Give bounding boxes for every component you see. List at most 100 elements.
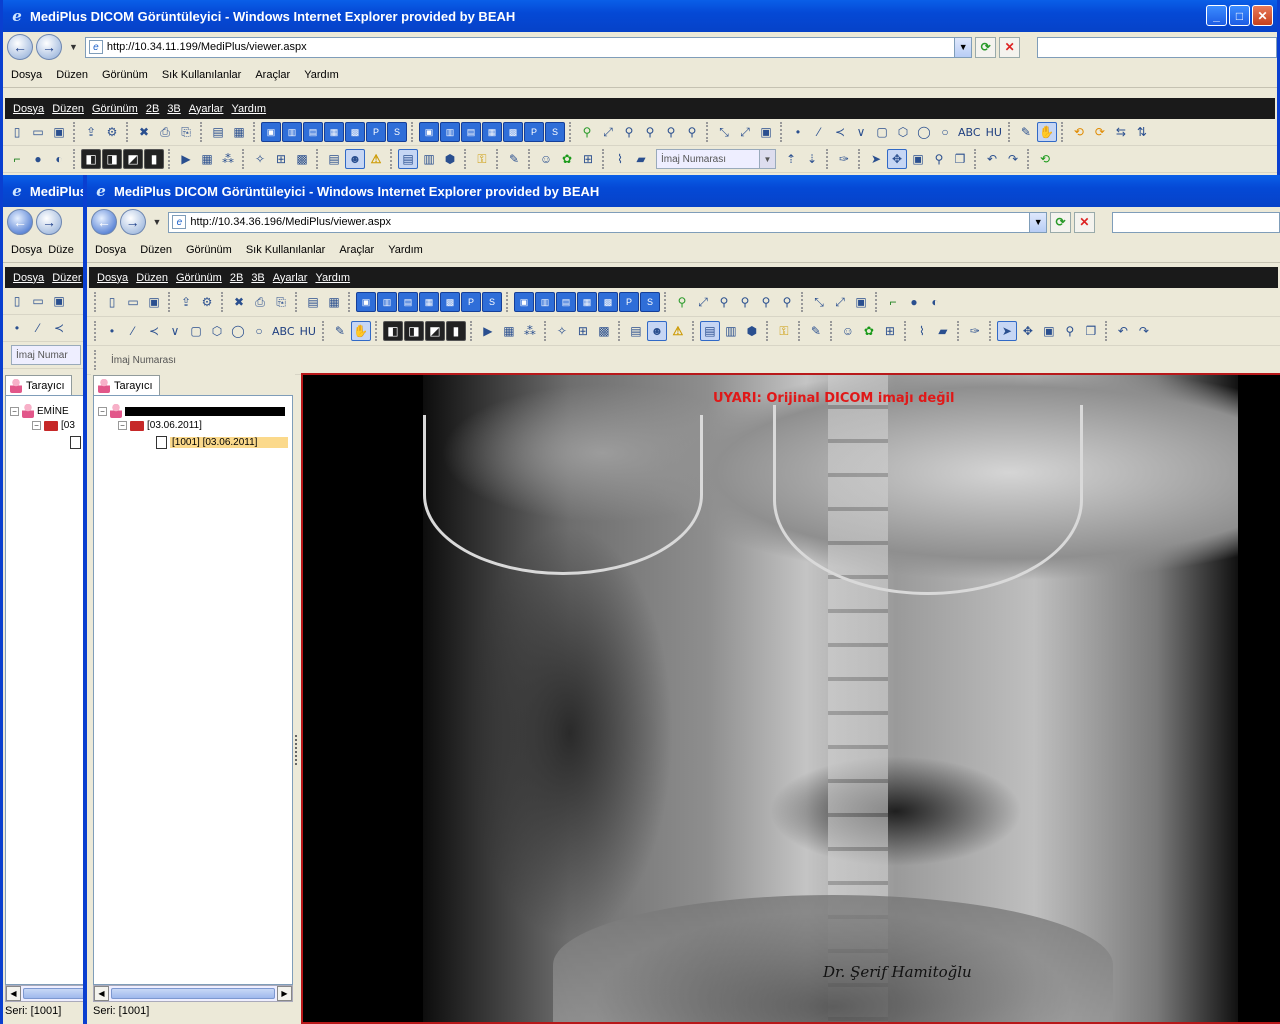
calibrate-icon[interactable]: ✎ [1016, 122, 1036, 142]
line-icon[interactable]: ⁄ [28, 318, 48, 338]
export-icon[interactable]: ⇪ [81, 122, 101, 142]
user-icon[interactable]: ☻ [345, 149, 365, 169]
address-dropdown-icon[interactable]: ▼ [1029, 212, 1047, 232]
film-icon[interactable]: ▦ [197, 149, 217, 169]
app-menu-yardim[interactable]: Yardım [227, 103, 270, 115]
cube-icon[interactable]: ⬢ [742, 321, 762, 341]
tree-icon[interactable]: ⁂ [218, 149, 238, 169]
tree-patient-node[interactable]: − EMİNE [10, 404, 69, 418]
text-annotation-tool[interactable]: ABC [270, 321, 297, 341]
hu-tool[interactable]: HU [298, 321, 318, 341]
new-icon[interactable]: ▯ [102, 292, 122, 312]
collapse-icon[interactable]: − [10, 406, 19, 416]
tree-study-node[interactable]: − [03.06.2011] [118, 420, 202, 431]
invert-icon[interactable]: ▮ [445, 321, 466, 341]
stop-button[interactable]: ✕ [1073, 211, 1095, 233]
calibrate-icon[interactable]: ✎ [330, 321, 350, 341]
point-icon[interactable]: • [7, 318, 27, 338]
forward-nav-button[interactable]: → [35, 34, 62, 60]
series-layout-s-icon[interactable]: S [640, 292, 660, 312]
mpr-icon[interactable]: ⊞ [271, 149, 291, 169]
app-menu-3b[interactable]: 3B [247, 272, 268, 284]
menu-dosya[interactable]: Dosya [95, 244, 126, 256]
grid-icon[interactable]: ⊞ [880, 321, 900, 341]
series-layout-p-icon[interactable]: P [619, 292, 639, 312]
stop-button[interactable]: ✕ [999, 36, 1021, 58]
copy-icon[interactable]: ❐ [950, 149, 970, 169]
layout-3x3-icon[interactable]: ▩ [440, 292, 460, 312]
app-menu-dosya[interactable]: Dosya [93, 272, 132, 284]
image-number-combo[interactable]: İmaj Numarası [106, 350, 226, 370]
warning-icon[interactable]: ⚠ [668, 321, 688, 341]
forward-nav-button[interactable]: → [36, 209, 62, 235]
zoom-icon[interactable]: ⚲ [619, 122, 639, 142]
export-icon[interactable]: ⇪ [176, 292, 196, 312]
panel-splitter[interactable] [295, 735, 299, 765]
zoom-out-icon[interactable]: ⚲ [735, 292, 755, 312]
select-box-icon[interactable]: ▣ [1039, 321, 1059, 341]
rotate-icon[interactable]: ⟲ [1069, 122, 1089, 142]
move-icon[interactable]: ✥ [887, 149, 907, 169]
undo-icon[interactable]: ↶ [982, 149, 1002, 169]
user-icon[interactable]: ☻ [646, 321, 667, 341]
patient-icon[interactable]: ☺ [838, 321, 858, 341]
rect-roi-icon[interactable]: ▢ [872, 122, 892, 142]
back-nav-button[interactable]: ← [91, 209, 117, 235]
search-input[interactable] [1037, 36, 1277, 58]
app-menu-2b[interactable]: 2B [142, 103, 163, 115]
layout-1x1-icon[interactable]: ▣ [261, 122, 281, 142]
sphere-icon[interactable]: ● [28, 149, 48, 169]
rect-roi-icon[interactable]: ▢ [186, 321, 206, 341]
menu-yardim[interactable]: Yardım [304, 69, 339, 81]
front-titlebar[interactable]: e MediPlus DICOM Görüntüleyici - Windows… [87, 175, 1280, 207]
app-menu-gorunum[interactable]: Görünüm [172, 272, 226, 284]
circle-roi-icon[interactable]: ○ [935, 122, 955, 142]
refresh-button[interactable]: ⟳ [1050, 211, 1071, 233]
series-layout-1x2-icon[interactable]: ▥ [440, 122, 460, 142]
scroll-thumb[interactable] [23, 988, 86, 999]
history-dropdown-icon[interactable]: ▼ [69, 42, 78, 52]
menu-duzen[interactable]: Düzen [56, 69, 88, 81]
crop-icon[interactable]: ⌐ [883, 292, 903, 312]
series-layout-2x1-icon[interactable]: ▤ [461, 122, 481, 142]
invert-icon[interactable]: ▮ [144, 149, 164, 169]
forward-nav-button[interactable]: → [119, 209, 146, 235]
pointer-icon[interactable]: ➤ [996, 321, 1017, 341]
angle-icon[interactable]: ≺ [830, 122, 850, 142]
move-icon[interactable]: ✥ [1018, 321, 1038, 341]
back-nav-button[interactable]: ← [7, 34, 33, 60]
mpr-icon[interactable]: ⊞ [573, 321, 593, 341]
screen2-icon[interactable]: ▤ [626, 321, 646, 341]
zoom-in-icon[interactable]: ⚲ [577, 122, 597, 142]
layout-1x2-icon[interactable]: ▥ [282, 122, 302, 142]
pointer-icon[interactable]: ➤ [866, 149, 886, 169]
series-layout-1x1-icon[interactable]: ▣ [514, 292, 534, 312]
collapse-icon[interactable]: − [98, 406, 107, 416]
series-layout-1x2-icon[interactable]: ▥ [535, 292, 555, 312]
pan-icon[interactable]: ⤡ [809, 292, 829, 312]
save-icon[interactable]: ▣ [144, 292, 164, 312]
app-menu-duzen[interactable]: Düzen [48, 103, 88, 115]
angle-icon[interactable]: ≺ [144, 321, 164, 341]
crop-icon[interactable]: ⌐ [7, 149, 27, 169]
screen-icon[interactable]: ▤ [303, 292, 323, 312]
hu-tool[interactable]: HU [984, 122, 1004, 142]
point-icon[interactable]: • [788, 122, 808, 142]
tree-hscrollbar[interactable]: ◀ [5, 985, 87, 1002]
magnify-icon[interactable]: ⚲ [661, 122, 681, 142]
flip-icon[interactable]: ⇆ [1111, 122, 1131, 142]
combo-arrow-icon[interactable]: ▼ [759, 150, 775, 168]
tree-series-node[interactable]: [1001] [03.06.2011] [156, 436, 288, 449]
series-layout-3x3-icon[interactable]: ▩ [598, 292, 618, 312]
half-moon-icon[interactable]: ◐ [925, 292, 945, 312]
brush-icon[interactable]: ⌇ [610, 149, 630, 169]
scroll-right-icon[interactable]: ▶ [277, 986, 292, 1001]
reset-icon[interactable]: ⟲ [1035, 149, 1055, 169]
warning-icon[interactable]: ⚠ [366, 149, 386, 169]
line-icon[interactable]: ⁄ [809, 122, 829, 142]
screen-icon[interactable]: ▤ [208, 122, 228, 142]
window-preset-1-icon[interactable]: ◧ [382, 321, 403, 341]
scroll-left-icon[interactable]: ◀ [94, 986, 109, 1001]
zoom-icon[interactable]: ⚲ [714, 292, 734, 312]
app-menu-dosya[interactable]: Dosya [9, 103, 48, 115]
